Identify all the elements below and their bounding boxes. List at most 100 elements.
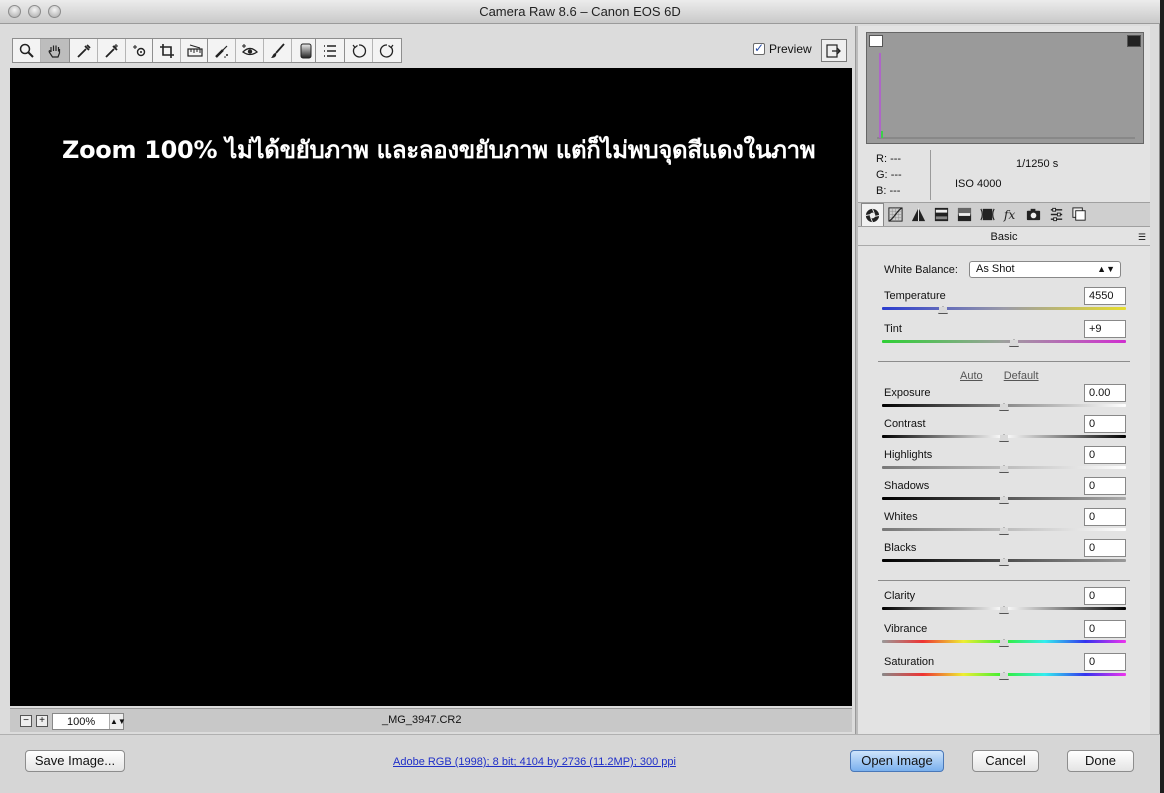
exposure-label: Exposure [884, 387, 931, 399]
white-balance-tool-icon[interactable] [70, 39, 98, 62]
vibrance-slider-thumb[interactable] [999, 639, 1009, 647]
auto-link[interactable]: Auto [960, 370, 983, 382]
blacks-slider: Blacks 0 [882, 539, 1126, 574]
clarity-label: Clarity [884, 590, 916, 602]
stepper-arrows-icon: ▲▼ [109, 714, 126, 729]
hand-tool-icon[interactable] [41, 39, 69, 62]
preview-label: Preview [769, 42, 812, 56]
cancel-button[interactable]: Cancel [972, 750, 1039, 772]
contrast-slider-thumb[interactable] [999, 434, 1009, 442]
detail-tab-icon[interactable] [907, 203, 930, 226]
auto-default-links: Auto Default [960, 370, 1057, 382]
saturation-value-field[interactable]: 0 [1084, 653, 1126, 671]
toolbar: Preview [10, 36, 852, 67]
vibrance-value-field[interactable]: 0 [1084, 620, 1126, 638]
temperature-slider-track[interactable] [882, 307, 1126, 310]
g-label: G: [876, 169, 888, 181]
white-balance-label: White Balance: [884, 264, 958, 276]
tool-group-crop [152, 38, 210, 63]
blacks-value-field[interactable]: 0 [1084, 539, 1126, 557]
zoom-out-button[interactable]: − [20, 715, 32, 727]
title-bar: Camera Raw 8.6 – Canon EOS 6D [0, 0, 1160, 24]
spot-removal-tool-icon[interactable] [208, 39, 236, 62]
window-title: Camera Raw 8.6 – Canon EOS 6D [479, 4, 681, 19]
shadows-slider-thumb[interactable] [999, 496, 1009, 504]
basic-tab-icon[interactable] [861, 203, 884, 226]
presets-tab-icon[interactable] [1045, 203, 1068, 226]
canvas-overlay-text: Zoom 100% ไม่ได้ขยับภาพ และลองขยับภาพ แต… [62, 136, 816, 164]
tint-slider-thumb[interactable] [1008, 339, 1019, 347]
blacks-slider-thumb[interactable] [999, 558, 1009, 566]
exposure-slider-thumb[interactable] [999, 403, 1009, 411]
histogram-graph [877, 53, 1135, 139]
tint-slider-track[interactable] [882, 340, 1126, 343]
exposure-value-field[interactable]: 0.00 [1084, 384, 1126, 402]
preview-checkbox[interactable] [753, 41, 765, 55]
split-toning-tab-icon[interactable] [953, 203, 976, 226]
preferences-icon[interactable] [316, 39, 344, 62]
crop-tool-icon[interactable] [153, 39, 181, 62]
red-eye-removal-tool-icon[interactable] [236, 39, 264, 62]
contrast-label: Contrast [884, 418, 926, 430]
tool-group-navigation [12, 38, 70, 63]
default-link[interactable]: Default [1004, 370, 1039, 382]
panel-menu-icon[interactable]: ☰ [1138, 232, 1146, 243]
vibrance-slider: Vibrance 0 [882, 620, 1126, 655]
contrast-value-field[interactable]: 0 [1084, 415, 1126, 433]
clarity-slider: Clarity 0 [882, 587, 1126, 622]
adjustment-brush-icon[interactable] [264, 39, 292, 62]
section-divider [878, 361, 1130, 362]
shutter-speed: 1/1250 s [1016, 158, 1059, 170]
panel-tabs: fx [858, 202, 1150, 227]
shadows-label: Shadows [884, 480, 930, 492]
clarity-slider-thumb[interactable] [999, 606, 1009, 614]
workflow-options-link[interactable]: Adobe RGB (1998); 8 bit; 4104 by 2736 (1… [393, 756, 676, 768]
targeted-adjustment-tool-icon[interactable] [126, 39, 154, 62]
b-label: B: [876, 185, 887, 197]
tone-curve-tab-icon[interactable] [884, 203, 907, 226]
iso-value: ISO 4000 [955, 178, 1002, 190]
camera-raw-window: Camera Raw 8.6 – Canon EOS 6D ✓ Preview … [0, 0, 1160, 793]
rgb-readout: R: --- G: --- B: --- [876, 151, 902, 199]
blacks-label: Blacks [884, 542, 917, 554]
clarity-value-field[interactable]: 0 [1084, 587, 1126, 605]
open-image-button[interactable]: Open Image [850, 750, 944, 772]
file-name: _MG_3947.CR2 [382, 714, 462, 726]
done-button[interactable]: Done [1067, 750, 1134, 772]
lens-corrections-tab-icon[interactable] [976, 203, 999, 226]
effects-tab-icon[interactable]: fx [999, 203, 1022, 226]
rotate-cw-icon[interactable] [373, 39, 401, 62]
tool-group-color [69, 38, 155, 63]
tint-value-field[interactable]: +9 [1084, 320, 1126, 338]
straighten-tool-icon[interactable] [181, 39, 209, 62]
save-image-button[interactable]: Save Image... [25, 750, 125, 772]
tint-label: Tint [884, 323, 902, 335]
highlights-value-field[interactable]: 0 [1084, 446, 1126, 464]
highlights-slider-thumb[interactable] [999, 465, 1009, 473]
temperature-slider-thumb[interactable] [938, 306, 948, 314]
tool-group-prefs [315, 38, 345, 63]
zoom-tool-icon[interactable] [13, 39, 41, 62]
tint-slider: Tint +9 [882, 320, 1126, 355]
adjustments-panel: R: --- G: --- B: --- 1/1250 s ISO 4000 f… [858, 26, 1150, 734]
fullscreen-icon[interactable] [821, 39, 847, 62]
zoom-in-button[interactable]: + [36, 715, 48, 727]
temperature-value-field[interactable]: 4550 [1084, 287, 1126, 305]
readout-divider [930, 150, 931, 200]
hsl-tab-icon[interactable] [930, 203, 953, 226]
rotate-ccw-icon[interactable] [345, 39, 373, 62]
color-sampler-tool-icon[interactable] [98, 39, 126, 62]
preview-toggle[interactable]: Preview [753, 41, 812, 56]
zoom-level-select[interactable]: 100% ▲▼ [52, 713, 126, 730]
whites-slider-thumb[interactable] [999, 527, 1009, 535]
white-balance-select[interactable]: As Shot ▲▼ [969, 261, 1121, 278]
saturation-slider-thumb[interactable] [999, 672, 1009, 680]
image-preview-canvas[interactable]: Zoom 100% ไม่ได้ขยับภาพ และลองขยับภาพ แต… [10, 68, 852, 706]
whites-label: Whites [884, 511, 918, 523]
camera-calibration-tab-icon[interactable] [1022, 203, 1045, 226]
whites-value-field[interactable]: 0 [1084, 508, 1126, 526]
shadows-value-field[interactable]: 0 [1084, 477, 1126, 495]
svg-text:fx: fx [1003, 208, 1016, 222]
snapshots-tab-icon[interactable] [1068, 203, 1091, 226]
panel-title: Basic [858, 228, 1150, 246]
